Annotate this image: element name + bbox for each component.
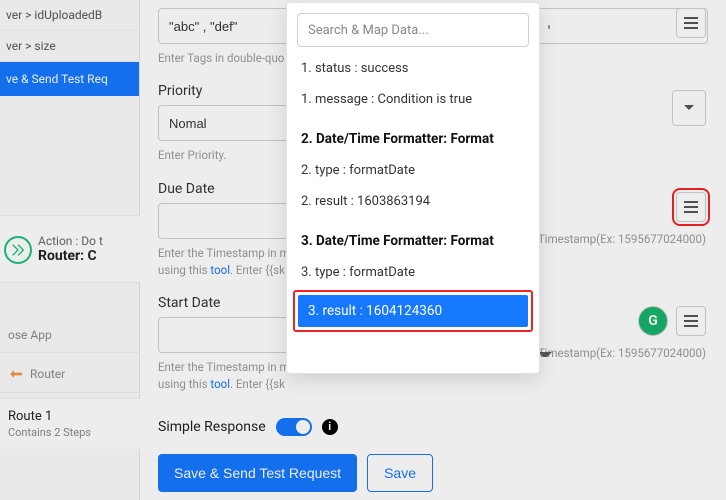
route-subtitle: Contains 2 Steps: [8, 426, 132, 439]
left-sidebar: ver > idUploadedB ver > size ve & Send T…: [0, 0, 140, 500]
selected-option-highlight: 3. result : 1604124360: [293, 290, 533, 332]
action-title: Router: C: [38, 248, 134, 264]
search-input[interactable]: Search & Map Data...: [297, 13, 529, 47]
priority-dropdown-caret[interactable]: [672, 90, 706, 126]
breadcrumb-2[interactable]: ver > size: [0, 31, 139, 62]
simple-response-label: Simple Response: [158, 419, 266, 435]
simple-response-toggle[interactable]: [276, 418, 312, 436]
choose-app-row[interactable]: ose App: [0, 318, 140, 353]
save-send-button[interactable]: Save & Send Test Request: [158, 454, 357, 492]
breadcrumb-1[interactable]: ver > idUploadedB: [0, 0, 139, 31]
router-icon: [4, 236, 32, 264]
map-option[interactable]: 2. result : 1603863194: [287, 186, 539, 217]
map-option[interactable]: 1. status : success: [287, 53, 539, 84]
info-icon[interactable]: i: [322, 419, 338, 435]
route-card[interactable]: Route 1 Contains 2 Steps: [0, 398, 140, 449]
map-option[interactable]: 2. type : formatDate: [287, 155, 539, 186]
router-glyph-icon: [8, 366, 24, 382]
map-group-heading: 3. Date/Time Formatter: Format: [287, 217, 539, 257]
router-row[interactable]: Router: [0, 356, 140, 393]
map-option[interactable]: 3. type : formatDate: [287, 257, 539, 288]
action-label: Action : Do t: [38, 234, 134, 248]
due-date-ts-example: Timestamp(Ex: 1595677024000): [538, 232, 706, 246]
map-option[interactable]: 1. message : Condition is true: [287, 84, 539, 115]
send-test-request-side[interactable]: ve & Send Test Req: [0, 62, 139, 96]
hamburger-icon[interactable]: [676, 306, 706, 336]
map-data-dropdown[interactable]: Search & Map Data... 1. status : success…: [286, 2, 540, 374]
save-button[interactable]: Save: [367, 454, 433, 492]
hamburger-icon[interactable]: [676, 192, 706, 222]
scrollbar[interactable]: [547, 25, 551, 367]
start-date-ts-example: Timestamp(Ex: 1595677024000): [538, 346, 706, 360]
tool-link[interactable]: tool: [210, 377, 230, 391]
search-placeholder: Search & Map Data...: [308, 23, 429, 38]
map-group-heading: 2. Date/Time Formatter: Format: [287, 115, 539, 155]
tool-link[interactable]: tool: [210, 263, 230, 277]
map-option-selected[interactable]: 3. result : 1604124360: [298, 295, 528, 327]
route-title: Route 1: [8, 409, 132, 424]
action-card[interactable]: Action : Do t Router: C: [0, 215, 140, 283]
hamburger-icon[interactable]: [676, 8, 706, 38]
grammarly-badge-icon[interactable]: G: [638, 306, 668, 336]
